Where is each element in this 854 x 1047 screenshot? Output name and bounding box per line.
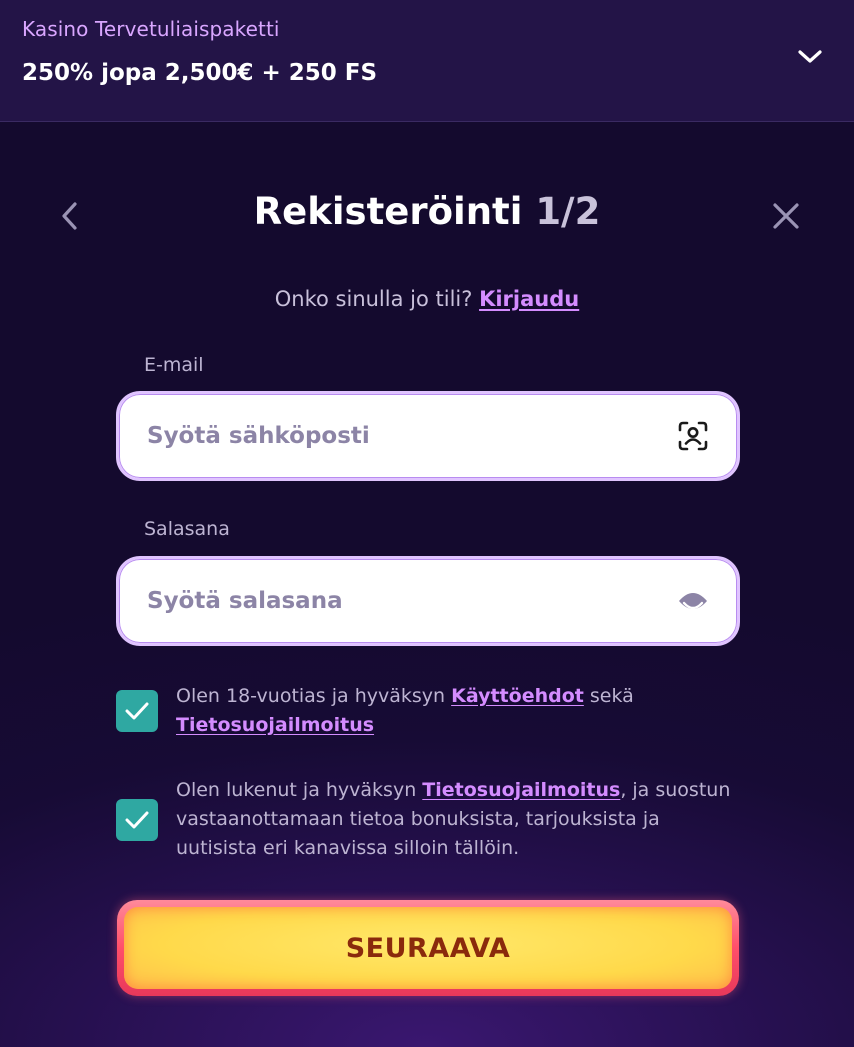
password-field[interactable] [147,559,647,643]
login-prompt-text: Onko sinulla jo tili? [274,287,473,311]
password-label: Salasana [144,518,230,540]
checkmark-icon [125,702,149,720]
marketing-consent-text: Olen lukenut ja hyväksyn Tietosuojailmoi… [176,776,746,863]
close-icon [773,203,799,229]
terms-text-before: Olen 18-vuotias ja hyväksyn [176,685,446,707]
marketing-privacy-link[interactable]: Tietosuojailmoitus [422,779,620,801]
email-label: E-mail [144,354,204,376]
terms-text-middle: sekä [589,685,634,707]
face-id-button[interactable] [675,418,711,454]
email-field-container [116,391,740,481]
next-button-label: SEURAAVA [345,932,511,964]
promo-title: 250% jopa 2,500€ + 250 FS [22,60,378,86]
marketing-checkbox[interactable] [116,799,158,841]
login-link[interactable]: Kirjaudu [479,287,579,311]
marketing-text-before: Olen lukenut ja hyväksyn [176,779,417,801]
privacy-notice-link[interactable]: Tietosuojailmoitus [176,714,374,736]
email-field[interactable] [147,394,647,478]
terms-of-use-link[interactable]: Käyttöehdot [451,685,584,707]
welcome-package-banner[interactable]: Kasino Tervetuliaispaketti 250% jopa 2,5… [0,0,854,122]
face-id-scan-icon [678,421,708,451]
login-prompt: Onko sinulla jo tili? Kirjaudu [0,287,854,311]
eye-icon [679,593,707,610]
checkmark-icon [125,811,149,829]
chevron-down-icon [798,50,822,63]
close-button[interactable] [766,196,806,236]
show-password-button[interactable] [675,583,711,619]
next-button[interactable]: SEURAAVA [117,900,739,996]
step-indicator: 1/2 [535,190,601,233]
page-title-text: Rekisteröinti [253,190,523,233]
terms-consent-text: Olen 18-vuotias ja hyväksyn Käyttöehdot … [176,682,746,740]
page-title: Rekisteröinti 1/2 [0,190,854,233]
promo-expand-button[interactable] [790,40,830,74]
promo-subtitle: Kasino Tervetuliaispaketti [22,17,280,41]
terms-checkbox[interactable] [116,690,158,732]
next-button-face: SEURAAVA [124,907,732,989]
password-field-container [116,556,740,646]
